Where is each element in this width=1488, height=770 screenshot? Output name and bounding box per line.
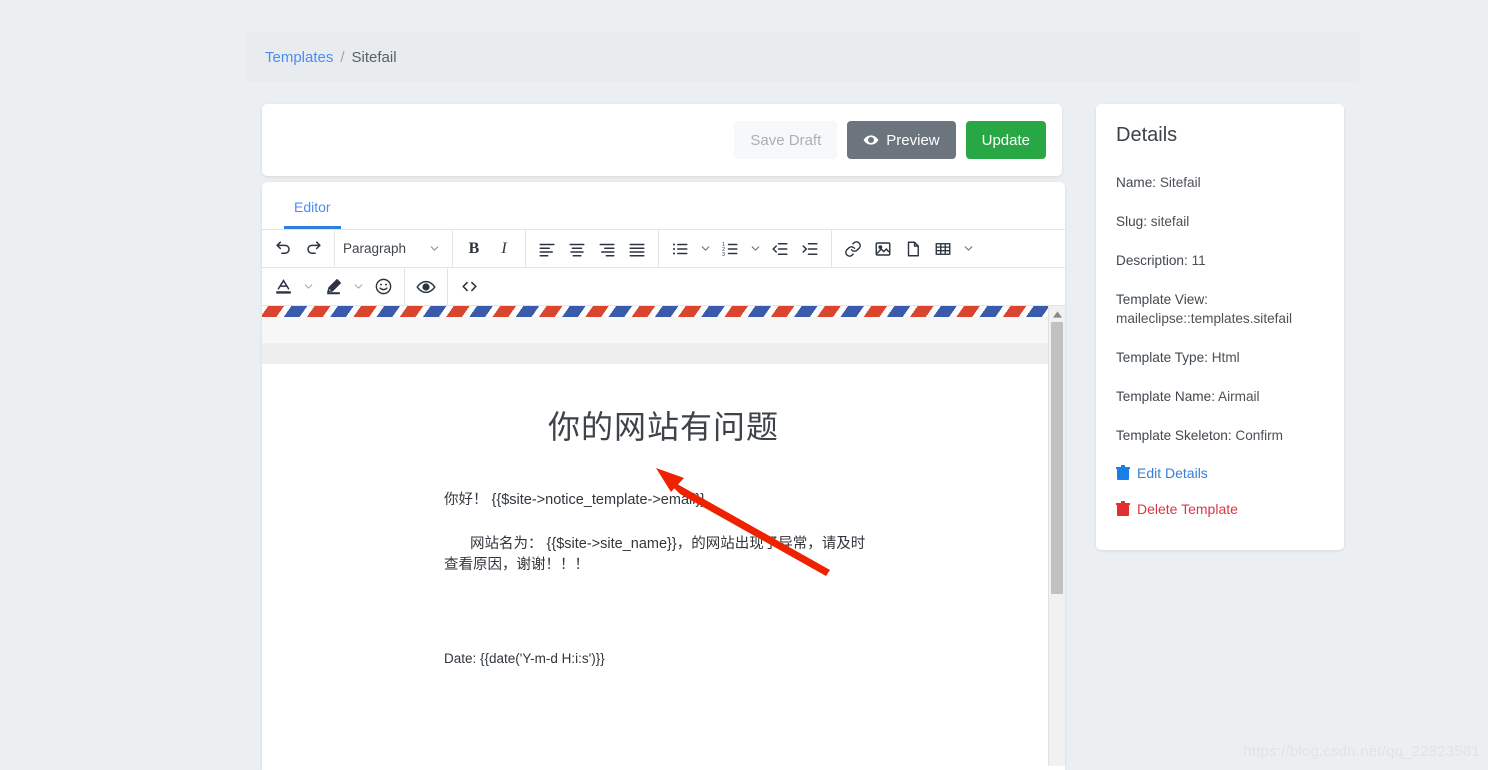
detail-label: Slug: [1116, 214, 1147, 229]
paragraph-format-select[interactable]: Paragraph [335, 230, 453, 267]
insert-group [832, 230, 984, 267]
email-title: 你的网站有问题 [547, 409, 779, 445]
chevron-down-icon[interactable] [695, 234, 715, 264]
text-style-group: B I [453, 230, 526, 267]
detail-value: Airmail [1218, 389, 1260, 404]
detail-label: Template Name: [1116, 389, 1215, 404]
highlight-color-icon[interactable] [318, 272, 348, 302]
detail-row-template-name: Template Name: Airmail [1116, 387, 1324, 406]
history-group [262, 230, 335, 267]
action-toolbar-card: Save Draft Preview Update [262, 104, 1062, 176]
color-group [262, 268, 405, 305]
preview-eye-icon[interactable] [411, 272, 441, 302]
editor-toolbar-row-2 [262, 268, 1065, 306]
editor-toolbar: Paragraph B I 1 2 3 [262, 229, 1065, 306]
redo-icon[interactable] [298, 234, 328, 264]
chevron-down-icon [424, 234, 444, 264]
italic-icon[interactable]: I [489, 234, 519, 264]
chevron-down-icon[interactable] [745, 234, 765, 264]
preview-button-label: Preview [886, 131, 940, 149]
source-group [448, 268, 490, 305]
editor-card: Editor Paragraph B I 1 2 3 你的网站有问题 你好！ {… [262, 182, 1065, 770]
mail-header-band-dark [262, 343, 1065, 364]
detail-row-slug: Slug: sitefail [1116, 212, 1324, 231]
detail-value: Confirm [1235, 428, 1283, 443]
scrollbar-thumb[interactable] [1051, 322, 1063, 594]
email-body[interactable]: 你的网站有问题 你好！ {{$site->notice_template->em… [262, 364, 1065, 766]
detail-label: Name: [1116, 175, 1157, 190]
eye-icon [863, 132, 879, 148]
tab-editor[interactable]: Editor [284, 199, 341, 229]
align-justify-icon[interactable] [622, 234, 652, 264]
indent-icon[interactable] [795, 234, 825, 264]
detail-label: Description: [1116, 253, 1188, 268]
mail-header-band-light [262, 317, 1065, 343]
detail-value: sitefail [1150, 214, 1190, 229]
emoji-icon[interactable] [368, 272, 398, 302]
detail-value: 11 [1191, 253, 1206, 268]
preview-group [405, 268, 448, 305]
chevron-down-icon[interactable] [348, 272, 368, 302]
details-title: Details [1116, 124, 1178, 146]
delete-template-link[interactable]: Delete Template [1116, 501, 1324, 517]
align-right-icon[interactable] [592, 234, 622, 264]
update-button[interactable]: Update [965, 121, 1046, 159]
editor-toolbar-row-1: Paragraph B I 1 2 3 [262, 230, 1065, 268]
airmail-stripe-border [262, 306, 1065, 317]
detail-value: Html [1211, 350, 1240, 365]
trash-icon [1116, 501, 1130, 517]
bold-glyph: B [468, 239, 480, 257]
svg-text:3: 3 [722, 251, 725, 257]
breadcrumb-separator: / [340, 48, 345, 66]
delete-template-label: Delete Template [1137, 501, 1238, 517]
editor-vertical-scrollbar[interactable] [1048, 306, 1065, 766]
email-greeting: 你好！ {{$site->notice_template->email}}, [444, 492, 710, 508]
align-left-icon[interactable] [532, 234, 562, 264]
details-panel: Details Name: Sitefail Slug: sitefail De… [1096, 104, 1344, 550]
alignment-group [526, 230, 659, 267]
breadcrumb: Templates / Sitefail [245, 32, 1360, 82]
undo-icon[interactable] [268, 234, 298, 264]
detail-value: maileclipse::templates.sitefail [1116, 311, 1293, 326]
paragraph-format-value: Paragraph [343, 241, 407, 256]
image-icon[interactable] [868, 234, 898, 264]
detail-label: Template View: [1116, 292, 1208, 307]
chevron-down-icon[interactable] [958, 234, 978, 264]
text-color-icon[interactable] [268, 272, 298, 302]
chevron-down-icon[interactable] [298, 272, 318, 302]
detail-row-name: Name: Sitefail [1116, 173, 1324, 192]
bold-icon[interactable]: B [459, 234, 489, 264]
trash-icon [1116, 465, 1130, 481]
detail-value: Sitefail [1159, 175, 1201, 190]
detail-row-template-view: Template View: maileclipse::templates.si… [1116, 290, 1324, 328]
link-icon[interactable] [838, 234, 868, 264]
scroll-up-arrow-icon[interactable] [1049, 306, 1065, 322]
align-center-icon[interactable] [562, 234, 592, 264]
preview-button[interactable]: Preview [847, 121, 956, 159]
breadcrumb-link-templates[interactable]: Templates [265, 49, 333, 66]
editor-tabbar: Editor [262, 182, 1065, 229]
email-paragraph: 网站名为： {{$site->site_name}}，的网站出现了异常，请及时查… [444, 536, 866, 573]
numbered-list-icon[interactable]: 123 [715, 234, 745, 264]
detail-row-template-skeleton: Template Skeleton: Confirm [1116, 426, 1324, 445]
save-draft-button[interactable]: Save Draft [734, 121, 838, 159]
outdent-icon[interactable] [765, 234, 795, 264]
email-date-line: Date: {{date('Y-m-d H:i:s')}} [444, 651, 605, 666]
detail-label: Template Skeleton: [1116, 428, 1232, 443]
list-group: 123 [659, 230, 832, 267]
bullet-list-icon[interactable] [665, 234, 695, 264]
detail-row-description: Description: 11 [1116, 251, 1324, 270]
edit-details-label: Edit Details [1137, 465, 1208, 481]
detail-label: Template Type: [1116, 350, 1208, 365]
source-code-icon[interactable] [454, 272, 484, 302]
breadcrumb-current: Sitefail [351, 48, 397, 66]
email-preview-area[interactable]: 你的网站有问题 你好！ {{$site->notice_template->em… [262, 306, 1065, 766]
watermark-text: https://blog.csdn.net/qq_22823581 [1243, 743, 1480, 760]
italic-glyph: I [501, 239, 507, 257]
edit-details-link[interactable]: Edit Details [1116, 465, 1324, 481]
table-icon[interactable] [928, 234, 958, 264]
file-icon[interactable] [898, 234, 928, 264]
detail-row-template-type: Template Type: Html [1116, 348, 1324, 367]
